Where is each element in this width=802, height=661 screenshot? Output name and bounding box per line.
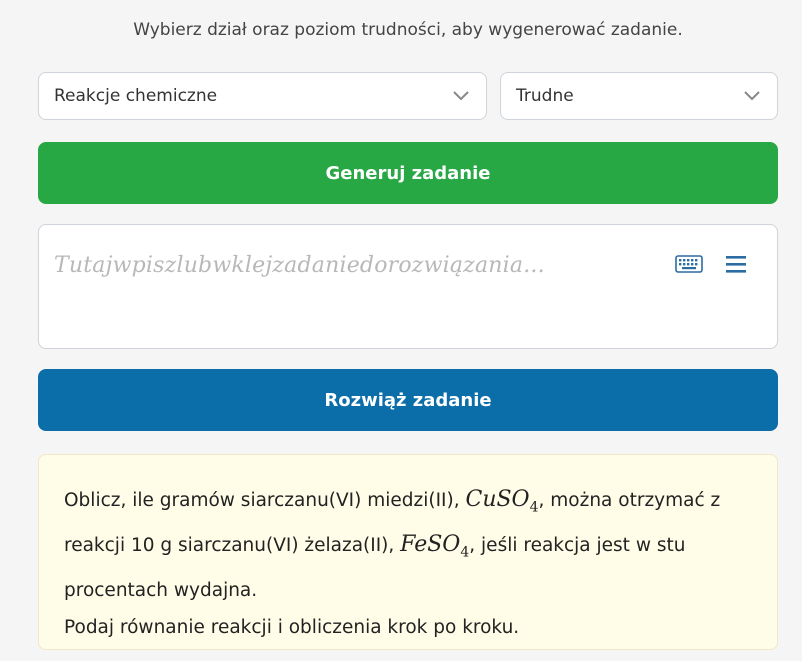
level-select-value: Trudne [516,86,574,106]
menu-icon[interactable] [725,255,747,274]
topic-select[interactable]: Reakcje chemiczne [38,72,487,120]
solve-task-button[interactable]: Rozwiąż zadanie [38,369,778,431]
keyboard-icon[interactable] [675,255,703,273]
page-subtitle: Wybierz dział oraz poziom trudności, aby… [133,20,683,40]
formula-feso4: FeSO4 [400,532,470,561]
generate-task-button[interactable]: Generuj zadanie [38,142,778,204]
task-input-placeholder: Tutajwpiszlubwklejzadaniedorozwiązania..… [54,253,545,278]
task-input-field[interactable]: Tutajwpiszlubwklejzadaniedorozwiązania..… [38,224,778,349]
chevron-down-icon [453,91,469,101]
level-select[interactable]: Trudne [500,72,778,120]
topic-select-value: Reakcje chemiczne [54,86,218,106]
task-instruction: Podaj równanie reakcji i obliczenia krok… [64,616,520,638]
generated-task: Oblicz, ile gramów siarczanu(VI) miedzi(… [38,454,778,650]
formula-cuso4: CuSO4 [465,487,539,516]
task-text: Oblicz, ile gramów siarczanu(VI) miedzi(… [64,490,460,511]
task-paragraph: Oblicz, ile gramów siarczanu(VI) miedzi(… [64,481,752,609]
chevron-down-icon [744,91,760,101]
